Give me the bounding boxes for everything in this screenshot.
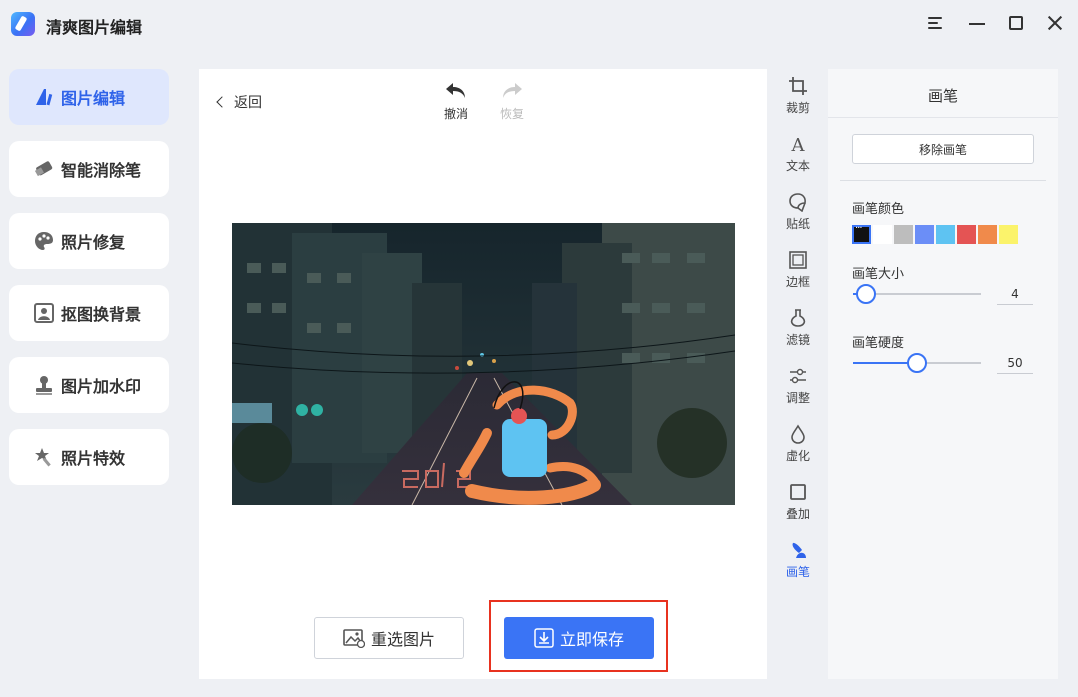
crop-icon xyxy=(789,77,807,95)
brush-size-value[interactable]: 4 xyxy=(997,283,1033,305)
tool-crop[interactable]: 裁剪 xyxy=(772,76,824,116)
nav-item-photo-effects[interactable]: 照片特效 xyxy=(9,429,169,485)
color-swatch-7[interactable] xyxy=(999,225,1018,244)
tool-label: 边框 xyxy=(785,275,810,289)
undo-icon xyxy=(446,83,465,98)
redo-button[interactable]: 恢复 xyxy=(494,80,530,122)
nav-item-label: 照片特效 xyxy=(61,449,126,468)
tool-label: 画笔 xyxy=(785,565,810,579)
image-edit-icon xyxy=(33,86,55,108)
color-swatch-3[interactable] xyxy=(915,225,934,244)
brush-hardness-slider-thumb[interactable] xyxy=(907,353,927,373)
tool-overlay[interactable]: 叠加 xyxy=(772,482,824,522)
tool-text[interactable]: A 文本 xyxy=(772,134,824,174)
nav-item-photo-repair[interactable]: 照片修复 xyxy=(9,213,169,269)
brush-color-label: 画笔颜色 xyxy=(852,202,905,217)
overlay-icon xyxy=(790,484,806,500)
adjust-icon xyxy=(790,368,806,384)
undo-label: 撤消 xyxy=(443,107,468,121)
tool-sticker[interactable]: 贴纸 xyxy=(772,192,824,232)
nav-item-label: 抠图换背景 xyxy=(61,305,142,324)
maximize-icon[interactable] xyxy=(1005,12,1027,34)
tool-label: 贴纸 xyxy=(785,217,810,231)
nav-item-watermark[interactable]: 图片加水印 xyxy=(9,357,169,413)
color-swatch-5[interactable] xyxy=(957,225,976,244)
sticker-icon xyxy=(789,193,806,212)
redo-label: 恢复 xyxy=(499,107,524,121)
undo-button[interactable]: 撤消 xyxy=(438,80,474,122)
magic-wand-icon xyxy=(33,446,55,468)
remove-brush-button[interactable]: 移除画笔 xyxy=(852,134,1034,164)
tool-label: 调整 xyxy=(785,391,810,405)
brush-size-slider-thumb[interactable] xyxy=(855,284,876,304)
save-label: 立即保存 xyxy=(559,630,624,649)
frame-icon xyxy=(789,251,807,269)
back-button[interactable]: 返回 xyxy=(216,92,262,112)
minimize-icon[interactable] xyxy=(966,12,988,34)
tool-label: 文本 xyxy=(785,159,810,173)
download-icon xyxy=(534,628,554,648)
tool-brush[interactable]: 画笔 xyxy=(772,540,824,580)
divider xyxy=(840,180,1046,181)
stamp-icon xyxy=(33,374,55,396)
color-swatches xyxy=(852,223,1020,244)
blur-icon xyxy=(791,424,805,444)
tool-blur[interactable]: 虚化 xyxy=(772,424,824,464)
tool-label: 叠加 xyxy=(785,507,810,521)
nav-item-label: 照片修复 xyxy=(61,233,126,252)
nav-item-image-edit[interactable]: 图片编辑 xyxy=(9,69,169,125)
app-title: 清爽图片编辑 xyxy=(46,18,143,37)
divider xyxy=(828,117,1058,118)
edit-canvas-image[interactable] xyxy=(232,223,735,505)
panel-title: 画笔 xyxy=(927,87,958,105)
tool-label: 滤镜 xyxy=(785,333,810,347)
nav-item-label: 智能消除笔 xyxy=(61,161,142,180)
app-logo-icon xyxy=(11,12,35,36)
tool-label: 虚化 xyxy=(785,449,810,463)
nav-item-cutout-background[interactable]: 抠图换背景 xyxy=(9,285,169,341)
tool-adjust[interactable]: 调整 xyxy=(772,366,824,406)
portrait-icon xyxy=(33,302,55,324)
brush-size-label: 画笔大小 xyxy=(852,267,905,282)
brush-hardness-value[interactable]: 50 xyxy=(997,352,1033,374)
nav-item-label: 图片编辑 xyxy=(61,89,126,108)
svg-text:A: A xyxy=(791,135,806,154)
filter-icon xyxy=(790,309,806,327)
tool-filter[interactable]: 滤镜 xyxy=(772,308,824,348)
color-swatch-6[interactable] xyxy=(978,225,997,244)
reselect-image-button[interactable]: 重选图片 xyxy=(314,617,464,659)
tool-label: 裁剪 xyxy=(785,101,810,115)
nav-item-smart-eraser[interactable]: 智能消除笔 xyxy=(9,141,169,197)
color-swatch-4[interactable] xyxy=(936,225,955,244)
redo-icon xyxy=(503,83,522,98)
title-bar: 清爽图片编辑 xyxy=(0,0,1078,48)
chevron-left-icon xyxy=(216,96,228,108)
palette-icon xyxy=(33,230,55,252)
color-swatch-1[interactable] xyxy=(873,225,892,244)
color-swatch-0[interactable] xyxy=(852,223,871,244)
nav-item-label: 图片加水印 xyxy=(61,377,142,396)
back-label: 返回 xyxy=(234,95,262,111)
save-now-button[interactable]: 立即保存 xyxy=(504,617,654,659)
reselect-label: 重选图片 xyxy=(370,630,435,649)
brush-icon xyxy=(792,542,806,558)
eraser-icon xyxy=(33,158,55,180)
tool-frame[interactable]: 边框 xyxy=(772,250,824,290)
text-icon: A xyxy=(791,135,806,154)
close-icon[interactable] xyxy=(1044,12,1066,34)
color-swatch-2[interactable] xyxy=(894,225,913,244)
brush-hardness-label: 画笔硬度 xyxy=(852,336,905,351)
image-icon xyxy=(343,629,365,648)
street-photo xyxy=(232,223,735,505)
menu-icon[interactable] xyxy=(924,12,946,34)
